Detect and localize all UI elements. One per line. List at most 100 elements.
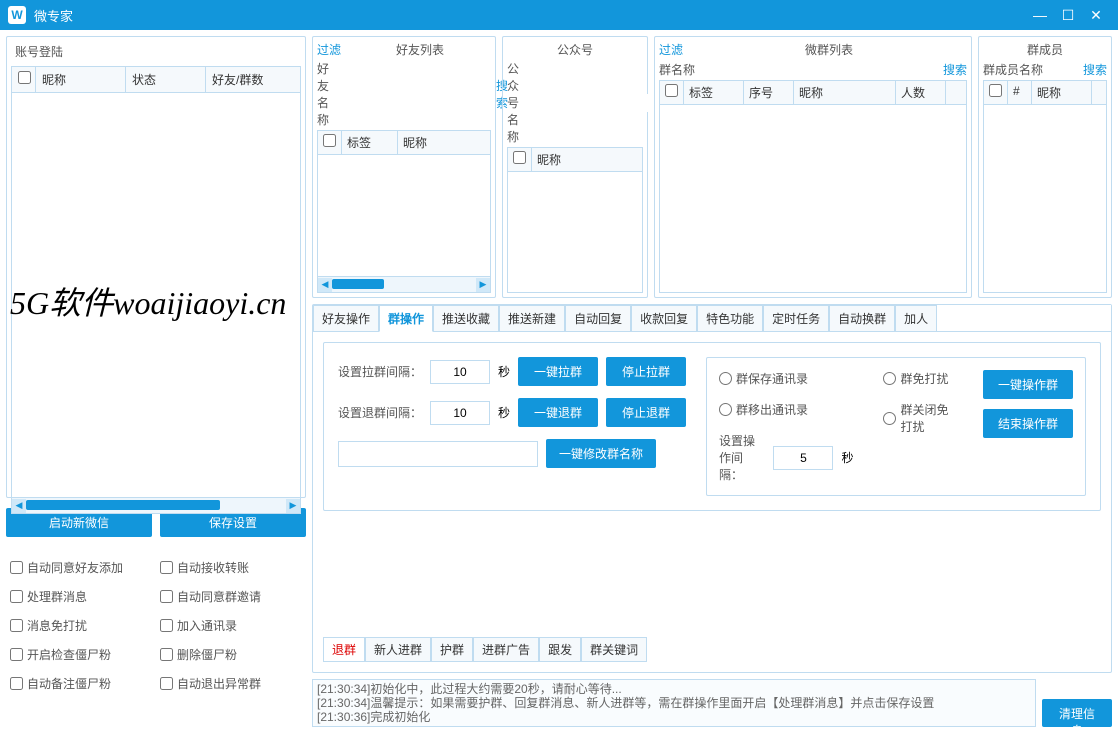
pull-group-button[interactable]: 一键拉群 xyxy=(518,357,598,386)
members-search-input[interactable] xyxy=(1047,60,1079,78)
chk-auto-receive-transfer[interactable]: 自动接收转账 xyxy=(156,553,306,582)
select-all-checkbox[interactable] xyxy=(18,71,31,84)
chk-add-contacts[interactable]: 加入通讯录 xyxy=(156,611,306,640)
sub-tabs-bar: 退群新人进群护群进群广告跟发群关键词 xyxy=(323,637,1101,662)
sub-tab-1[interactable]: 新人进群 xyxy=(365,637,431,662)
friends-table-body[interactable] xyxy=(317,155,491,277)
minimize-button[interactable]: — xyxy=(1026,4,1054,26)
chk-process-group-msg[interactable]: 处理群消息 xyxy=(6,582,156,611)
groups-title: 微群列表 xyxy=(691,41,967,58)
app-logo: W xyxy=(8,6,26,24)
groups-search-input[interactable] xyxy=(699,60,939,78)
chk-auto-accept-friend[interactable]: 自动同意好友添加 xyxy=(6,553,156,582)
chk-delete-zombie[interactable]: 删除僵尸粉 xyxy=(156,640,306,669)
chk-auto-accept-group[interactable]: 自动同意群邀请 xyxy=(156,582,306,611)
account-login-panel: 账号登陆 昵称 状态 好友/群数 ◀ ▶ xyxy=(6,36,306,498)
maximize-button[interactable]: ☐ xyxy=(1054,4,1082,26)
gzh-table-body[interactable] xyxy=(507,172,643,293)
tab-0[interactable]: 好友操作 xyxy=(313,305,379,332)
app-title: 微专家 xyxy=(34,6,1026,25)
friends-select-all[interactable] xyxy=(323,134,336,147)
scroll-thumb[interactable] xyxy=(26,500,220,510)
tab-5[interactable]: 收款回复 xyxy=(631,305,697,332)
groups-filter-link[interactable]: 过滤 xyxy=(659,41,683,58)
members-col-nick: 昵称 xyxy=(1032,81,1092,104)
scroll-right-arrow[interactable]: ▶ xyxy=(476,278,490,292)
pull-interval-label: 设置拉群间隔： xyxy=(338,363,422,380)
sub-tab-4[interactable]: 跟发 xyxy=(539,637,581,662)
op-group-button[interactable]: 一键操作群 xyxy=(983,370,1073,399)
members-select-all[interactable] xyxy=(989,84,1002,97)
account-hscroll[interactable]: ◀ ▶ xyxy=(11,498,301,514)
account-table-body[interactable] xyxy=(11,93,301,498)
chk-auto-quit-abnormal[interactable]: 自动退出异常群 xyxy=(156,669,306,698)
clear-log-button[interactable]: 清理信息 xyxy=(1042,699,1112,727)
quit-interval-input[interactable] xyxy=(430,401,490,425)
sub-tab-0[interactable]: 退群 xyxy=(323,637,365,662)
friends-col-tag: 标签 xyxy=(342,131,398,154)
tabs-bar: 好友操作群操作推送收藏推送新建自动回复收款回复特色功能定时任务自动换群加人 xyxy=(313,305,1111,332)
friends-hscroll[interactable]: ◀ ▶ xyxy=(317,277,491,293)
friends-filter-link[interactable]: 过滤 xyxy=(317,41,341,58)
radio-panel: 群保存通讯录 群移出通讯录 设置操作间隔： 秒 群免打扰 群关闭免打扰 xyxy=(706,357,1086,496)
chk-check-zombie[interactable]: 开启检查僵尸粉 xyxy=(6,640,156,669)
groups-select-all[interactable] xyxy=(665,84,678,97)
scroll-thumb[interactable] xyxy=(332,279,384,289)
tab-9[interactable]: 加人 xyxy=(895,305,937,332)
log-line: [21:30:34]初始化中，此过程大约需要20秒，请耐心等待... xyxy=(317,682,1031,696)
radio-close-disturb[interactable]: 群关闭免打扰 xyxy=(883,401,953,435)
members-search-link[interactable]: 搜索 xyxy=(1083,61,1107,78)
members-title: 群成员 xyxy=(983,41,1107,58)
end-op-button[interactable]: 结束操作群 xyxy=(983,409,1073,438)
quit-group-button[interactable]: 一键退群 xyxy=(518,398,598,427)
group-name-input[interactable] xyxy=(338,441,538,467)
friends-list-panel: 过滤 好友列表 好友名称 搜索 标签 昵称 ◀ xyxy=(312,36,496,298)
tab-6[interactable]: 特色功能 xyxy=(697,305,763,332)
account-table-header: 昵称 状态 好友/群数 xyxy=(11,66,301,93)
tab-content: 设置拉群间隔： 秒 一键拉群 停止拉群 设置退群间隔： 秒 一键退群 停止退群 xyxy=(313,331,1111,672)
tab-4[interactable]: 自动回复 xyxy=(565,305,631,332)
gzh-col-nick: 昵称 xyxy=(532,148,642,171)
sub-tab-3[interactable]: 进群广告 xyxy=(473,637,539,662)
op-interval-input[interactable] xyxy=(773,446,833,470)
scroll-left-arrow[interactable]: ◀ xyxy=(318,278,332,292)
gzh-select-all[interactable] xyxy=(513,151,526,164)
friends-col-nick: 昵称 xyxy=(398,131,490,154)
groups-search-label: 群名称 xyxy=(659,61,695,78)
scroll-left-arrow[interactable]: ◀ xyxy=(12,499,26,513)
rename-group-button[interactable]: 一键修改群名称 xyxy=(546,439,656,468)
groups-search-link[interactable]: 搜索 xyxy=(943,61,967,78)
pull-interval-input[interactable] xyxy=(430,360,490,384)
second-label: 秒 xyxy=(841,449,853,466)
tab-7[interactable]: 定时任务 xyxy=(763,305,829,332)
groups-col-count: 人数 xyxy=(896,81,946,104)
radio-no-disturb[interactable]: 群免打扰 xyxy=(883,370,953,387)
groups-list-panel: 过滤 微群列表 群名称 搜索 标签 序号 昵称 人数 xyxy=(654,36,972,298)
title-bar: W 微专家 — ☐ ✕ xyxy=(0,0,1118,30)
sub-tab-2[interactable]: 护群 xyxy=(431,637,473,662)
log-box: [21:30:34]初始化中，此过程大约需要20秒，请耐心等待... [21:3… xyxy=(312,679,1036,727)
tab-2[interactable]: 推送收藏 xyxy=(433,305,499,332)
col-count: 好友/群数 xyxy=(206,67,300,92)
stop-pull-button[interactable]: 停止拉群 xyxy=(606,357,686,386)
radio-remove-contacts[interactable]: 群移出通讯录 xyxy=(719,401,853,418)
friends-search-input[interactable] xyxy=(333,85,492,103)
chk-msg-no-disturb[interactable]: 消息免打扰 xyxy=(6,611,156,640)
members-search-label: 群成员名称 xyxy=(983,61,1043,78)
log-line: [21:30:34]温馨提示：如果需要护群、回复群消息、新人进群等，需在群操作里… xyxy=(317,696,1031,710)
members-table-body[interactable] xyxy=(983,105,1107,293)
friends-search-label: 好友名称 xyxy=(317,60,329,128)
sub-tab-5[interactable]: 群关键词 xyxy=(581,637,647,662)
group-op-form: 设置拉群间隔： 秒 一键拉群 停止拉群 设置退群间隔： 秒 一键退群 停止退群 xyxy=(323,342,1101,511)
groups-table-body[interactable] xyxy=(659,105,967,293)
op-interval-label: 设置操作间隔： xyxy=(719,432,765,483)
tab-1[interactable]: 群操作 xyxy=(379,305,433,332)
chk-auto-remark-zombie[interactable]: 自动备注僵尸粉 xyxy=(6,669,156,698)
radio-save-contacts[interactable]: 群保存通讯录 xyxy=(719,370,853,387)
tab-3[interactable]: 推送新建 xyxy=(499,305,565,332)
close-button[interactable]: ✕ xyxy=(1082,4,1110,26)
log-line: [21:30:36]完成初始化 xyxy=(317,710,1031,724)
tab-8[interactable]: 自动换群 xyxy=(829,305,895,332)
stop-quit-button[interactable]: 停止退群 xyxy=(606,398,686,427)
scroll-right-arrow[interactable]: ▶ xyxy=(286,499,300,513)
